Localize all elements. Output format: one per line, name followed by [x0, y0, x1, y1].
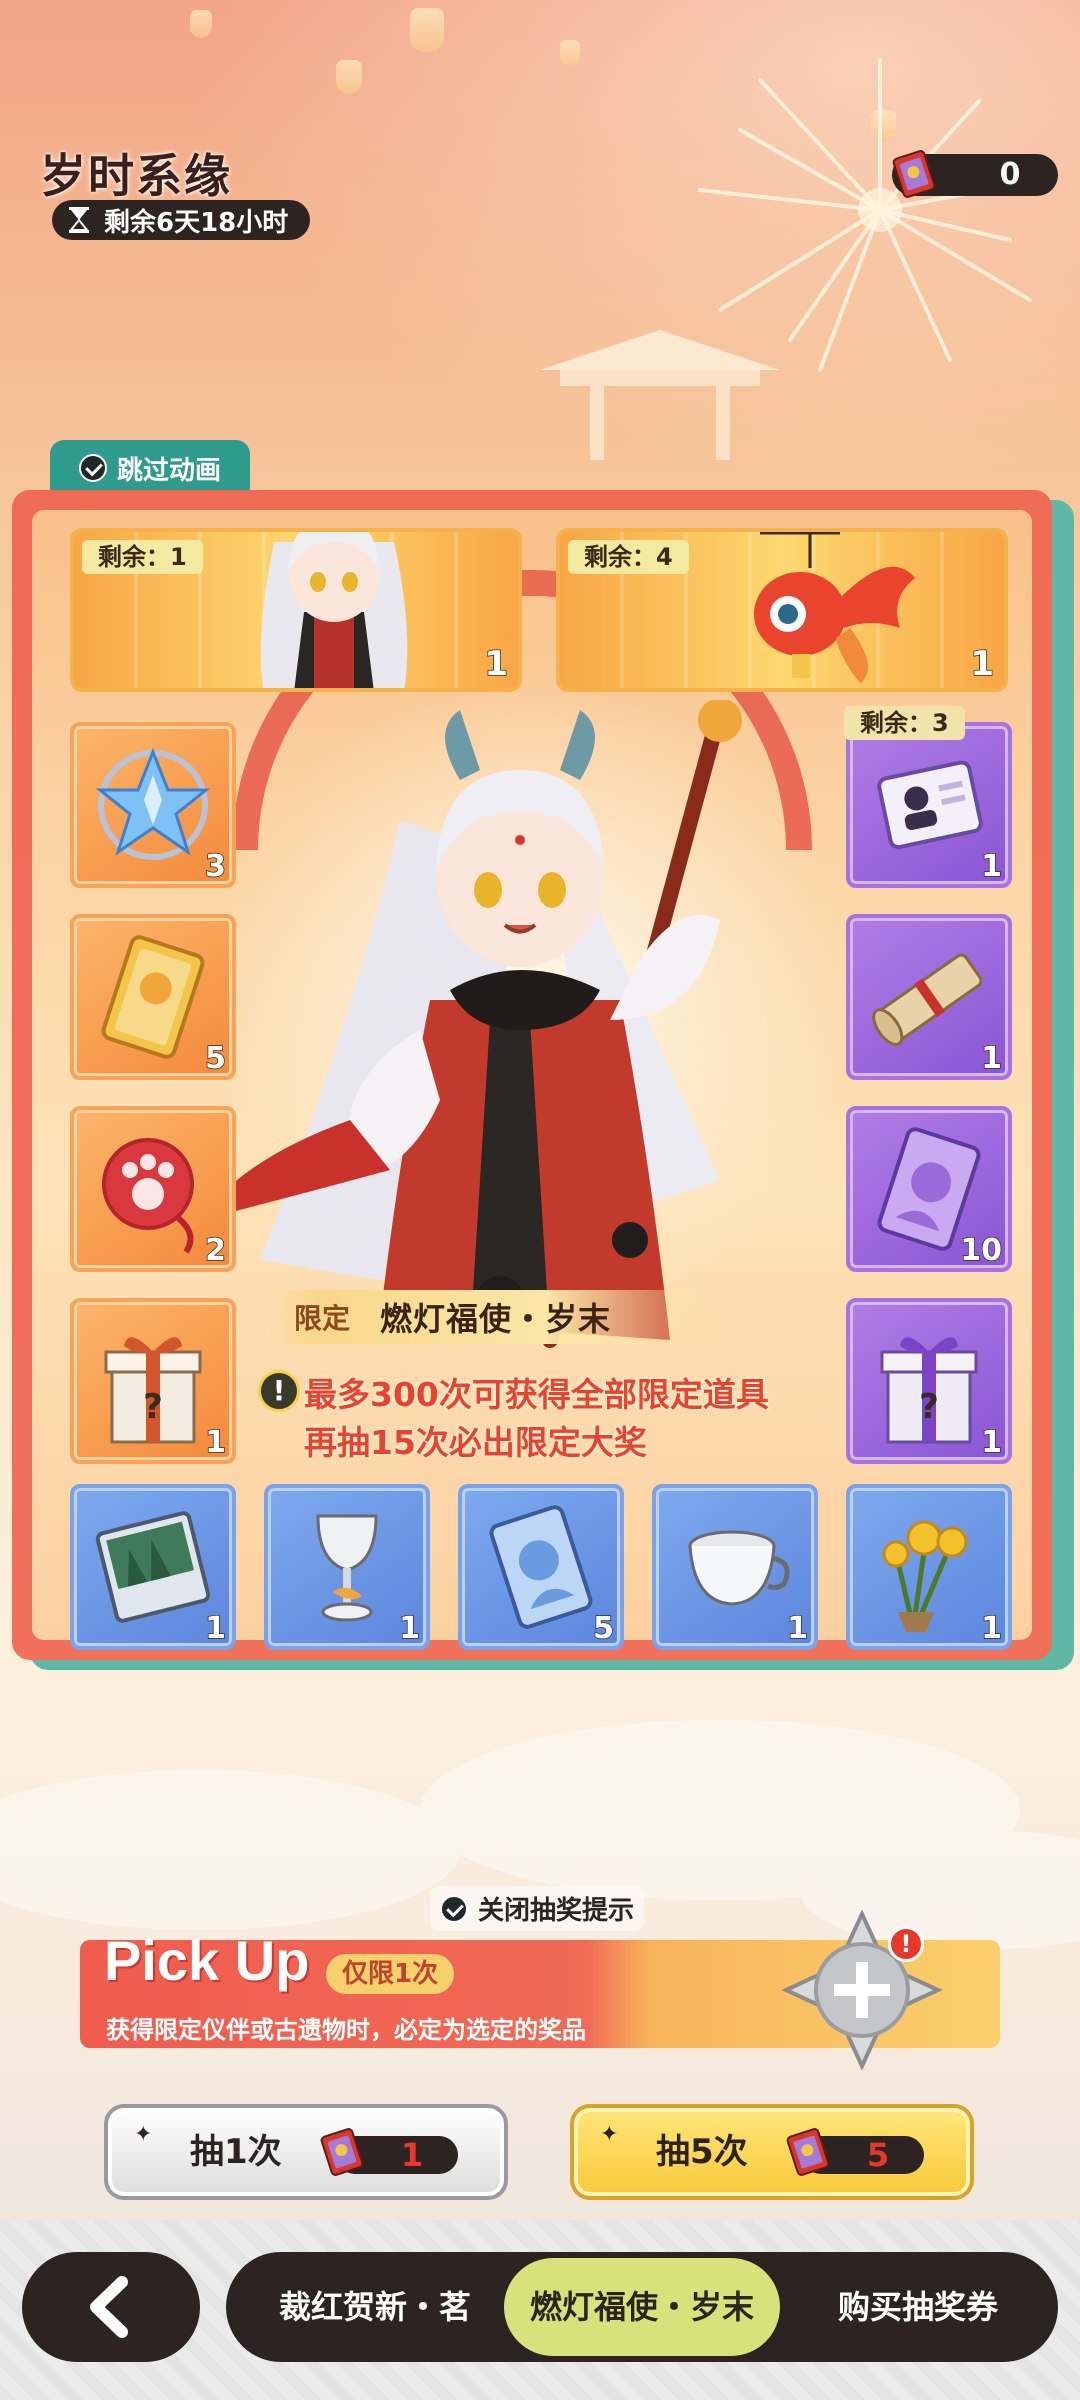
lottery-ticket-icon [892, 150, 936, 198]
draw-five-label: 抽5次 [656, 2132, 748, 2172]
featured-character-art [200, 700, 742, 1348]
sky-lantern-icon [190, 10, 212, 38]
prize-count: 1 [786, 1610, 808, 1647]
lottery-ticket-icon [786, 2128, 830, 2176]
prize-tile-mystery-gift-purple[interactable]: ? 1 [846, 1298, 1012, 1464]
prize-count: 3 [204, 848, 226, 885]
sparkle-icon: ✦ [600, 2122, 619, 2147]
sky-lantern-icon [336, 60, 362, 94]
prize-tile-teacup[interactable]: 1 [652, 1484, 818, 1650]
prize-count: 1 [980, 1610, 1002, 1647]
prize-count: 1 [204, 1610, 226, 1647]
prize-count: 2 [204, 1232, 226, 1269]
countdown-timer: 剩余6天18小时 [52, 200, 311, 240]
warning-icon [258, 1370, 300, 1412]
draw-five-button[interactable]: ✦ 抽5次 5 [570, 2104, 974, 2200]
alert-badge-icon: ! [888, 1926, 924, 1962]
temple-silhouette [540, 330, 780, 460]
remaining-tag: 剩余：3 [844, 706, 965, 740]
limited-label: 限定 [294, 1302, 351, 1335]
prize-count: 10 [960, 1232, 1003, 1269]
skip-animation-toggle[interactable]: 跳过动画 [50, 440, 250, 496]
prize-tile-flower-bouquet[interactable]: 1 [846, 1484, 1012, 1650]
sky-lantern-icon [410, 8, 444, 52]
prize-count: 1 [970, 643, 995, 685]
sky-lantern-icon [560, 40, 580, 66]
svg-text:?: ? [919, 1387, 939, 1427]
limited-banner: 限定 燃灯福使・岁末 [270, 1290, 730, 1344]
checkbox-icon [440, 1894, 468, 1923]
draw-once-cost-value: 1 [400, 2136, 424, 2174]
prize-count: 1 [980, 848, 1002, 885]
prize-tile-paw-mirror[interactable]: 2 [70, 1106, 236, 1272]
prize-count: 1 [398, 1610, 420, 1647]
tab-banner-2[interactable]: 燃灯福使・岁末 [504, 2258, 780, 2356]
draw-five-cost-value: 5 [866, 2136, 890, 2174]
hourglass-icon [68, 207, 90, 233]
prize-tile-crystal[interactable]: 3 [70, 722, 236, 888]
pickup-title: Pick Up [104, 1929, 310, 1992]
notice-line-1: 最多300次可获得全部限定道具 [304, 1375, 769, 1414]
ticket-counter[interactable]: 0 [892, 150, 1058, 198]
lottery-ticket-icon [320, 2128, 364, 2176]
skip-animation-label: 跳过动画 [116, 455, 221, 486]
tab-buy-tickets[interactable]: 购买抽奖券 [800, 2252, 1036, 2362]
svg-text:?: ? [143, 1387, 163, 1427]
checkbox-icon [78, 454, 107, 482]
chevron-left-icon [90, 2276, 128, 2338]
prize-count: 1 [980, 1424, 1002, 1461]
once-only-badge: 仅限1次 [326, 1954, 455, 1994]
prize-tile-gold-card[interactable]: 5 [70, 914, 236, 1080]
prize-tile-mystery-gift[interactable]: ? 1 [70, 1298, 236, 1464]
prize-tile-mystery-card[interactable]: 剩余：3 1 [844, 706, 1012, 888]
draw-once-button[interactable]: ✦ 抽1次 1 [104, 2104, 508, 2200]
draw-once-label: 抽1次 [190, 2132, 282, 2172]
prize-count: 1 [980, 1040, 1002, 1077]
remaining-tag: 剩余：4 [568, 540, 689, 574]
grand-prize-character[interactable]: 剩余：1 1 [70, 528, 522, 692]
event-title: 岁时系缘 [40, 149, 232, 203]
pickup-description: 获得限定仪伴或古遗物时，必定为选定的奖品 [106, 2016, 586, 2044]
limited-prize-name: 燃灯福使・岁末 [380, 1300, 612, 1338]
prize-tile-forest-book[interactable]: 1 [70, 1484, 236, 1650]
draw-five-cost: 5 [786, 2128, 924, 2176]
sparkle-icon: ✦ [134, 2122, 153, 2147]
back-button[interactable] [22, 2252, 200, 2362]
ticket-count: 0 [999, 157, 1021, 192]
prize-count: 1 [204, 1424, 226, 1461]
prize-tile-character-card[interactable]: 10 [846, 1106, 1012, 1272]
goldfish-lantern-icon [754, 532, 915, 683]
countdown-text: 剩余6天18小时 [104, 207, 289, 238]
prize-count: 5 [592, 1610, 614, 1647]
prize-tile-goblet[interactable]: 1 [264, 1484, 430, 1650]
prize-count: 1 [484, 643, 509, 685]
tab-banner-1[interactable]: 裁红贺新・茗 [250, 2252, 500, 2362]
notice-line-2: 再抽15次必出限定大奖 [304, 1423, 647, 1462]
character-portrait-icon [260, 532, 408, 688]
prize-tile-character-card-blue[interactable]: 5 [458, 1484, 624, 1650]
draw-once-cost: 1 [320, 2128, 458, 2176]
prize-count: 5 [204, 1040, 226, 1077]
prize-tile-scroll[interactable]: 1 [846, 914, 1012, 1080]
remaining-tag: 剩余：1 [82, 540, 203, 574]
grand-prize-goldfish-lantern[interactable]: 剩余：4 1 [556, 528, 1008, 692]
